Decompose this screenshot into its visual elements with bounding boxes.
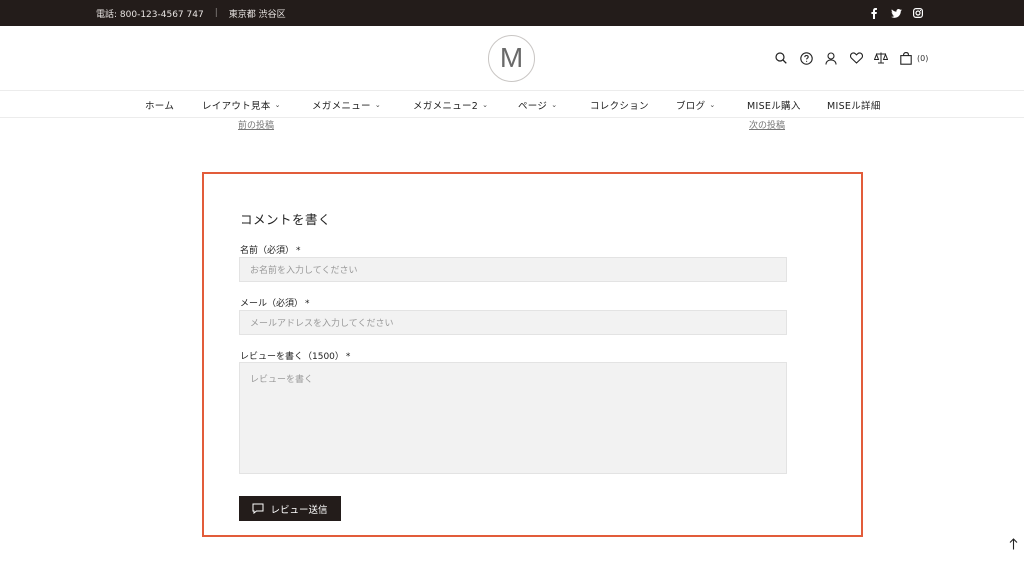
name-placeholder: お名前を入力してください (250, 266, 358, 276)
main-navigation: ホーム レイアウト見本 ⌄ メガメニュー ⌄ メガメニュー2 ⌄ ページ ⌄ コ… (0, 90, 1024, 118)
instagram-icon[interactable] (912, 7, 924, 19)
nav-item-megamenu[interactable]: メガメニュー ⌄ (312, 91, 381, 119)
chevron-down-icon: ⌄ (274, 101, 281, 109)
nav-item-label: MISEル購入 (747, 101, 801, 112)
previous-post-link[interactable]: 前の投稿 (238, 118, 274, 131)
chevron-down-icon: ⌄ (482, 101, 489, 109)
help-icon[interactable] (798, 50, 814, 66)
cart-count[interactable]: (0) (917, 54, 928, 63)
email-field[interactable]: メールアドレスを入力してください (239, 310, 787, 335)
required-mark: * (345, 352, 351, 362)
name-label-text: 名前（必須） (240, 246, 295, 256)
wishlist-icon[interactable] (848, 50, 864, 66)
nav-item-megamenu2[interactable]: メガメニュー2 ⌄ (413, 91, 488, 119)
compare-icon[interactable] (873, 50, 889, 66)
comment-title: コメントを書く (240, 212, 332, 227)
review-label: レビューを書く（1500） * (240, 349, 350, 362)
chevron-down-icon: ⌄ (374, 101, 381, 109)
nav-item-label: ブログ (676, 101, 706, 112)
nav-item-label: コレクション (590, 101, 649, 112)
nav-item-blog[interactable]: ブログ ⌄ (676, 91, 716, 119)
review-placeholder: レビューを書く (250, 375, 314, 385)
nav-item-label: MISEル詳細 (827, 101, 881, 112)
site-header: M (0) (0, 26, 1024, 90)
email-label-text: メール（必須） (240, 299, 304, 309)
next-post-link[interactable]: 次の投稿 (749, 118, 785, 131)
review-label-text: レビューを書く（1500） (240, 352, 344, 362)
svg-text:M: M (500, 42, 523, 73)
nav-item-buy[interactable]: MISEル購入 (747, 91, 801, 119)
account-icon[interactable] (823, 50, 839, 66)
comment-form: コメントを書く 名前（必須） * お名前を入力してください メール（必須） * メー… (202, 172, 863, 537)
nav-item-pages[interactable]: ページ ⌄ (518, 91, 557, 119)
comment-icon (252, 503, 264, 514)
email-placeholder: メールアドレスを入力してください (250, 319, 394, 329)
nav-item-label: レイアウト見本 (202, 101, 271, 112)
name-label: 名前（必須） * (240, 243, 301, 256)
name-field[interactable]: お名前を入力してください (239, 257, 787, 282)
submit-review-button[interactable]: レビュー送信 (239, 496, 341, 521)
cart-icon[interactable] (898, 50, 914, 66)
facebook-icon[interactable] (868, 7, 880, 19)
nav-item-collection[interactable]: コレクション (590, 91, 649, 119)
contact-info: 電話: 800-123-4567 747 | 東京都 渋谷区 (96, 0, 286, 26)
required-mark: * (305, 299, 310, 309)
back-to-top-icon[interactable] (1006, 536, 1020, 552)
address: 東京都 渋谷区 (228, 9, 286, 20)
nav-item-layout[interactable]: レイアウト見本 ⌄ (202, 91, 281, 119)
nav-item-label: ホーム (145, 101, 175, 112)
nav-item-home[interactable]: ホーム (145, 91, 174, 119)
email-label: メール（必須） * (240, 296, 310, 309)
nav-item-label: ページ (518, 101, 548, 112)
header-actions: (0) (773, 50, 928, 66)
twitter-icon[interactable] (890, 7, 902, 19)
divider: | (214, 8, 218, 18)
submit-label: レビュー送信 (270, 504, 328, 516)
top-bar: 電話: 800-123-4567 747 | 東京都 渋谷区 (0, 0, 1024, 26)
required-mark: * (296, 246, 301, 256)
nav-item-label: メガメニュー2 (413, 101, 479, 112)
phone-number: 電話: 800-123-4567 747 (96, 9, 204, 20)
chevron-down-icon: ⌄ (709, 101, 716, 109)
nav-item-label: メガメニュー (312, 101, 371, 112)
chevron-down-icon: ⌄ (551, 101, 558, 109)
logo-mark: M (500, 42, 523, 73)
review-textarea[interactable]: レビューを書く (239, 362, 787, 474)
social-links (868, 0, 924, 26)
search-icon[interactable] (773, 50, 789, 66)
nav-item-details[interactable]: MISEル詳細 (827, 91, 881, 119)
site-logo[interactable]: M (488, 35, 535, 82)
